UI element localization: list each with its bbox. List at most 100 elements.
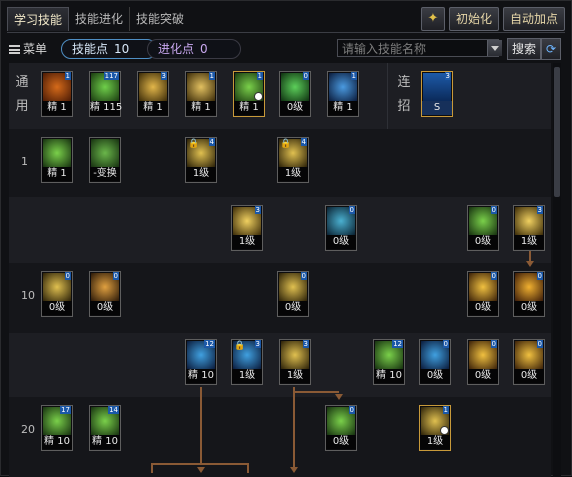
row-level-label: 10 — [21, 289, 35, 302]
skill-slot[interactable]: 0 0级 — [467, 339, 499, 385]
search-dropdown-icon[interactable] — [487, 40, 502, 56]
skill-slot[interactable]: 🔒 4 1级 — [277, 137, 309, 183]
skill-slot[interactable]: 0 0级 — [41, 271, 73, 317]
skill-badge: 17 — [60, 406, 71, 414]
tab-learn-skills[interactable]: 学习技能 — [7, 7, 70, 31]
connector-arrow — [290, 467, 298, 473]
clock-icon — [254, 92, 263, 101]
skill-level: 0级 — [90, 301, 120, 315]
menu-button[interactable]: 菜单 — [9, 39, 47, 59]
skill-badge: 1 — [442, 406, 449, 414]
skill-slot[interactable]: 🔒 3 1级 — [231, 339, 263, 385]
divider — [7, 32, 565, 33]
combo-skill-slot[interactable]: 3S — [421, 71, 453, 117]
connector-line — [247, 463, 249, 473]
skill-badge: 12 — [204, 340, 215, 348]
skill-badge: 3 — [254, 340, 261, 348]
skill-badge: 12 — [392, 340, 403, 348]
skill-level: 0级 — [42, 301, 72, 315]
skill-slot[interactable]: 17 精 10 — [41, 405, 73, 451]
skill-level: 1级 — [232, 235, 262, 249]
reset-button[interactable]: 初始化 — [448, 7, 499, 31]
skill-slot[interactable]: 0 0级 — [89, 271, 121, 317]
evo-points-badge: 进化点 0 — [147, 39, 241, 59]
skill-badge: 3 — [160, 72, 167, 80]
skill-slot[interactable]: 0 0级 — [277, 271, 309, 317]
search-button[interactable]: 搜索 — [507, 38, 542, 60]
skill-level: -变换 — [90, 167, 120, 181]
skill-level: 精 115 — [90, 101, 123, 115]
skill-slot[interactable]: 0 0级 — [467, 205, 499, 251]
search-input[interactable]: 请输入技能名称 — [337, 39, 499, 57]
skill-badge: 1 — [350, 72, 357, 80]
skill-slot[interactable]: 3 1级 — [513, 205, 545, 251]
skill-badge: 0 — [112, 272, 119, 280]
skill-badge: 1 — [208, 72, 215, 80]
evo-points-label: 进化点 — [158, 42, 195, 56]
skill-slot[interactable]: 1 精 1 — [185, 71, 217, 117]
skill-slot[interactable]: 12 精 10 — [373, 339, 405, 385]
skill-badge: 0 — [302, 72, 309, 80]
skill-badge: 4 — [300, 138, 307, 146]
skill-slot[interactable]: 1 精 1 — [41, 71, 73, 117]
skill-badge: 14 — [108, 406, 119, 414]
tab-skill-evolution[interactable]: 技能进化 — [69, 7, 131, 31]
skill-slot[interactable]: 0 0级 — [513, 271, 545, 317]
skill-slot[interactable]: 1 1级 — [419, 405, 451, 451]
claw-skill-icon — [43, 139, 71, 167]
skill-level: 0级 — [468, 301, 498, 315]
skill-slot[interactable]: 3 1级 — [279, 339, 311, 385]
skill-points-label: 技能点 — [72, 42, 109, 56]
skill-level: 精 1 — [42, 101, 72, 115]
tab-bar: 学习技能 技能进化 技能突破 — [7, 7, 190, 31]
skill-slot[interactable]: 1 精 1 — [233, 71, 265, 117]
skill-level: 0级 — [326, 235, 356, 249]
skill-badge: 0 — [300, 272, 307, 280]
skill-badge: 0 — [490, 206, 497, 214]
skill-badge: 117 — [103, 72, 119, 80]
menu-label: 菜单 — [23, 42, 48, 56]
skill-level: 0级 — [514, 369, 544, 383]
skill-slot[interactable]: 0 0级 — [419, 339, 451, 385]
skill-level: 1级 — [186, 167, 216, 181]
skill-slot[interactable]: 12 精 10 — [185, 339, 217, 385]
skill-slot[interactable]: 🔒 4 1级 — [185, 137, 217, 183]
skill-slot[interactable]: 1 精 1 — [327, 71, 359, 117]
skill-level: 0级 — [326, 435, 356, 449]
skill-slot[interactable]: -变换 — [89, 137, 121, 183]
skill-slot[interactable]: 0 0级 — [325, 405, 357, 451]
skill-level: 0级 — [514, 301, 544, 315]
menu-icon — [9, 45, 20, 54]
skill-level: 0级 — [468, 369, 498, 383]
refresh-icon[interactable]: ⟳ — [541, 38, 561, 60]
general-label-2: 用 — [15, 99, 29, 114]
auto-assign-button[interactable]: 自动加点 — [502, 7, 565, 31]
skill-level: 1级 — [280, 369, 310, 383]
skill-slot[interactable]: 精 1 — [41, 137, 73, 183]
vertical-scrollbar[interactable] — [553, 63, 561, 477]
skill-slot[interactable]: 14 精 10 — [89, 405, 121, 451]
skill-slot[interactable]: 117 精 115 — [89, 71, 123, 117]
skill-slot[interactable]: 0 0级 — [467, 271, 499, 317]
connector-line — [293, 387, 295, 471]
skill-level: 精 10 — [42, 435, 72, 449]
skill-level: 1级 — [514, 235, 544, 249]
skill-slot[interactable]: 0 0级 — [325, 205, 357, 251]
skill-badge: 0 — [348, 206, 355, 214]
skill-level: 1级 — [232, 369, 262, 383]
skill-level: 0级 — [278, 301, 308, 315]
skill-points-badge: 技能点 10 — [61, 39, 157, 59]
skill-slot[interactable]: 0 0级 — [513, 339, 545, 385]
star-icon[interactable]: ✦ — [420, 7, 445, 31]
skill-slot[interactable]: 3 精 1 — [137, 71, 169, 117]
skill-slot[interactable]: 0 0级 — [279, 71, 311, 117]
skill-badge: 0 — [442, 340, 449, 348]
skill-level: 0级 — [420, 369, 450, 383]
skill-level: 精 10 — [186, 369, 216, 383]
tab-skill-breakthrough[interactable]: 技能突破 — [130, 7, 190, 31]
skill-badge: 3 — [302, 340, 309, 348]
magic-skill-icon — [91, 139, 119, 167]
skill-slot[interactable]: 3 1级 — [231, 205, 263, 251]
skill-level: 精 1 — [328, 101, 358, 115]
scrollbar-thumb[interactable] — [554, 67, 560, 197]
